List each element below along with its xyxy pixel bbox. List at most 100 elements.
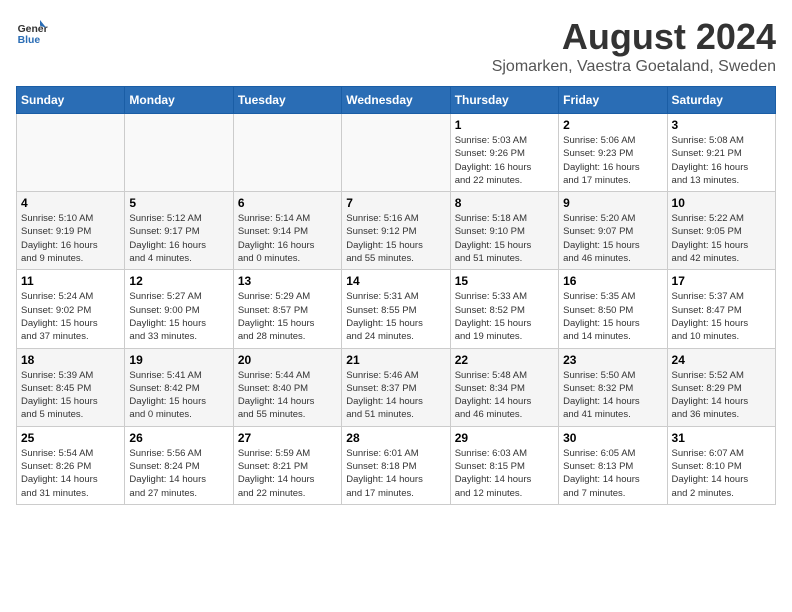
day-cell: 28 Sunrise: 6:01 AMSunset: 8:18 PMDayligh…: [342, 426, 450, 504]
calendar-body: 1Sunrise: 5:03 AMSunset: 9:26 PMDaylight…: [17, 114, 776, 505]
day-cell: 8Sunrise: 5:18 AMSunset: 9:10 PMDaylight…: [450, 192, 558, 270]
day-number: 25: [21, 431, 120, 445]
day-info: Sunrise: 5:52 AMSunset: 8:29 PMDaylight:…: [672, 369, 771, 422]
day-cell: 20 Sunrise: 5:44 AMSunset: 8:40 PMDayligh…: [233, 348, 341, 426]
day-number: 5: [129, 196, 228, 210]
day-info: Sunrise: 5:59 AMSunset: 8:21 PMDaylight:…: [238, 447, 337, 500]
col-header-saturday: Saturday: [667, 87, 775, 114]
day-cell: 12Sunrise: 5:27 AMSunset: 9:00 PMDayligh…: [125, 270, 233, 348]
day-number: 22: [455, 353, 554, 367]
day-cell: 26 Sunrise: 5:56 AMSunset: 8:24 PMDayligh…: [125, 426, 233, 504]
day-cell: 21 Sunrise: 5:46 AMSunset: 8:37 PMDayligh…: [342, 348, 450, 426]
day-info: Sunrise: 5:06 AMSunset: 9:23 PMDaylight:…: [563, 134, 662, 187]
day-cell: 1Sunrise: 5:03 AMSunset: 9:26 PMDaylight…: [450, 114, 558, 192]
day-cell: 3Sunrise: 5:08 AMSunset: 9:21 PMDaylight…: [667, 114, 775, 192]
day-info: Sunrise: 5:37 AMSunset: 8:47 PMDaylight:…: [672, 290, 771, 343]
day-number: 24: [672, 353, 771, 367]
day-number: 14: [346, 274, 445, 288]
day-number: 29: [455, 431, 554, 445]
day-info: Sunrise: 5:22 AMSunset: 9:05 PMDaylight:…: [672, 212, 771, 265]
day-number: 8: [455, 196, 554, 210]
day-cell: 29Sunrise: 6:03 AMSunset: 8:15 PMDayligh…: [450, 426, 558, 504]
day-info: Sunrise: 5:24 AMSunset: 9:02 PMDaylight:…: [21, 290, 120, 343]
day-info: Sunrise: 5:16 AMSunset: 9:12 PMDaylight:…: [346, 212, 445, 265]
day-number: 20: [238, 353, 337, 367]
day-info: Sunrise: 5:29 AMSunset: 8:57 PMDaylight:…: [238, 290, 337, 343]
svg-text:Blue: Blue: [18, 35, 41, 46]
title-area: August 2024 Sjomarken, Vaestra Goetaland…: [492, 16, 776, 76]
calendar-table: SundayMondayTuesdayWednesdayThursdayFrid…: [16, 86, 776, 505]
day-info: Sunrise: 5:41 AMSunset: 8:42 PMDaylight:…: [129, 369, 228, 422]
day-cell: 5Sunrise: 5:12 AMSunset: 9:17 PMDaylight…: [125, 192, 233, 270]
calendar-header: SundayMondayTuesdayWednesdayThursdayFrid…: [17, 87, 776, 114]
day-info: Sunrise: 5:46 AMSunset: 8:37 PMDaylight:…: [346, 369, 445, 422]
day-cell: 19 Sunrise: 5:41 AMSunset: 8:42 PMDayligh…: [125, 348, 233, 426]
day-cell: 9 Sunrise: 5:20 AMSunset: 9:07 PMDaylight…: [559, 192, 667, 270]
day-cell: 13 Sunrise: 5:29 AMSunset: 8:57 PMDayligh…: [233, 270, 341, 348]
day-number: 11: [21, 274, 120, 288]
day-number: 4: [21, 196, 120, 210]
day-number: 28: [346, 431, 445, 445]
day-number: 16: [563, 274, 662, 288]
day-info: Sunrise: 6:05 AMSunset: 8:13 PMDaylight:…: [563, 447, 662, 500]
day-info: Sunrise: 5:20 AMSunset: 9:07 PMDaylight:…: [563, 212, 662, 265]
col-header-thursday: Thursday: [450, 87, 558, 114]
day-number: 23: [563, 353, 662, 367]
week-row-5: 25 Sunrise: 5:54 AMSunset: 8:26 PMDayligh…: [17, 426, 776, 504]
logo-icon: General Blue: [16, 16, 48, 48]
day-cell: 25 Sunrise: 5:54 AMSunset: 8:26 PMDayligh…: [17, 426, 125, 504]
col-header-friday: Friday: [559, 87, 667, 114]
header-row: SundayMondayTuesdayWednesdayThursdayFrid…: [17, 87, 776, 114]
day-cell: 30 Sunrise: 6:05 AMSunset: 8:13 PMDayligh…: [559, 426, 667, 504]
day-cell: 11 Sunrise: 5:24 AMSunset: 9:02 PMDayligh…: [17, 270, 125, 348]
day-info: Sunrise: 6:01 AMSunset: 8:18 PMDaylight:…: [346, 447, 445, 500]
day-number: 6: [238, 196, 337, 210]
day-cell: 6 Sunrise: 5:14 AMSunset: 9:14 PMDaylight…: [233, 192, 341, 270]
day-cell: 17Sunrise: 5:37 AMSunset: 8:47 PMDayligh…: [667, 270, 775, 348]
day-number: 13: [238, 274, 337, 288]
day-number: 15: [455, 274, 554, 288]
day-info: Sunrise: 5:35 AMSunset: 8:50 PMDaylight:…: [563, 290, 662, 343]
day-cell: 2 Sunrise: 5:06 AMSunset: 9:23 PMDaylight…: [559, 114, 667, 192]
day-cell: 27 Sunrise: 5:59 AMSunset: 8:21 PMDayligh…: [233, 426, 341, 504]
day-info: Sunrise: 5:14 AMSunset: 9:14 PMDaylight:…: [238, 212, 337, 265]
day-number: 30: [563, 431, 662, 445]
day-cell: 4Sunrise: 5:10 AMSunset: 9:19 PMDaylight…: [17, 192, 125, 270]
day-cell: 22 Sunrise: 5:48 AMSunset: 8:34 PMDayligh…: [450, 348, 558, 426]
day-info: Sunrise: 5:39 AMSunset: 8:45 PMDaylight:…: [21, 369, 120, 422]
day-cell: [233, 114, 341, 192]
day-cell: 31Sunrise: 6:07 AMSunset: 8:10 PMDayligh…: [667, 426, 775, 504]
day-number: 19: [129, 353, 228, 367]
day-cell: [342, 114, 450, 192]
col-header-monday: Monday: [125, 87, 233, 114]
day-cell: 10 Sunrise: 5:22 AMSunset: 9:05 PMDayligh…: [667, 192, 775, 270]
week-row-1: 1Sunrise: 5:03 AMSunset: 9:26 PMDaylight…: [17, 114, 776, 192]
col-header-wednesday: Wednesday: [342, 87, 450, 114]
day-number: 10: [672, 196, 771, 210]
week-row-3: 11 Sunrise: 5:24 AMSunset: 9:02 PMDayligh…: [17, 270, 776, 348]
main-title: August 2024: [492, 16, 776, 58]
day-number: 18: [21, 353, 120, 367]
day-number: 27: [238, 431, 337, 445]
day-info: Sunrise: 5:31 AMSunset: 8:55 PMDaylight:…: [346, 290, 445, 343]
week-row-4: 18 Sunrise: 5:39 AMSunset: 8:45 PMDayligh…: [17, 348, 776, 426]
day-info: Sunrise: 5:48 AMSunset: 8:34 PMDaylight:…: [455, 369, 554, 422]
day-info: Sunrise: 5:44 AMSunset: 8:40 PMDaylight:…: [238, 369, 337, 422]
day-info: Sunrise: 5:33 AMSunset: 8:52 PMDaylight:…: [455, 290, 554, 343]
day-cell: 24 Sunrise: 5:52 AMSunset: 8:29 PMDayligh…: [667, 348, 775, 426]
day-cell: 18 Sunrise: 5:39 AMSunset: 8:45 PMDayligh…: [17, 348, 125, 426]
day-info: Sunrise: 5:56 AMSunset: 8:24 PMDaylight:…: [129, 447, 228, 500]
day-number: 21: [346, 353, 445, 367]
col-header-sunday: Sunday: [17, 87, 125, 114]
day-cell: [125, 114, 233, 192]
day-cell: 23Sunrise: 5:50 AMSunset: 8:32 PMDayligh…: [559, 348, 667, 426]
day-info: Sunrise: 5:54 AMSunset: 8:26 PMDaylight:…: [21, 447, 120, 500]
day-info: Sunrise: 5:27 AMSunset: 9:00 PMDaylight:…: [129, 290, 228, 343]
day-info: Sunrise: 5:03 AMSunset: 9:26 PMDaylight:…: [455, 134, 554, 187]
day-cell: [17, 114, 125, 192]
day-number: 9: [563, 196, 662, 210]
day-number: 2: [563, 118, 662, 132]
day-cell: 16 Sunrise: 5:35 AMSunset: 8:50 PMDayligh…: [559, 270, 667, 348]
day-number: 26: [129, 431, 228, 445]
day-info: Sunrise: 6:07 AMSunset: 8:10 PMDaylight:…: [672, 447, 771, 500]
